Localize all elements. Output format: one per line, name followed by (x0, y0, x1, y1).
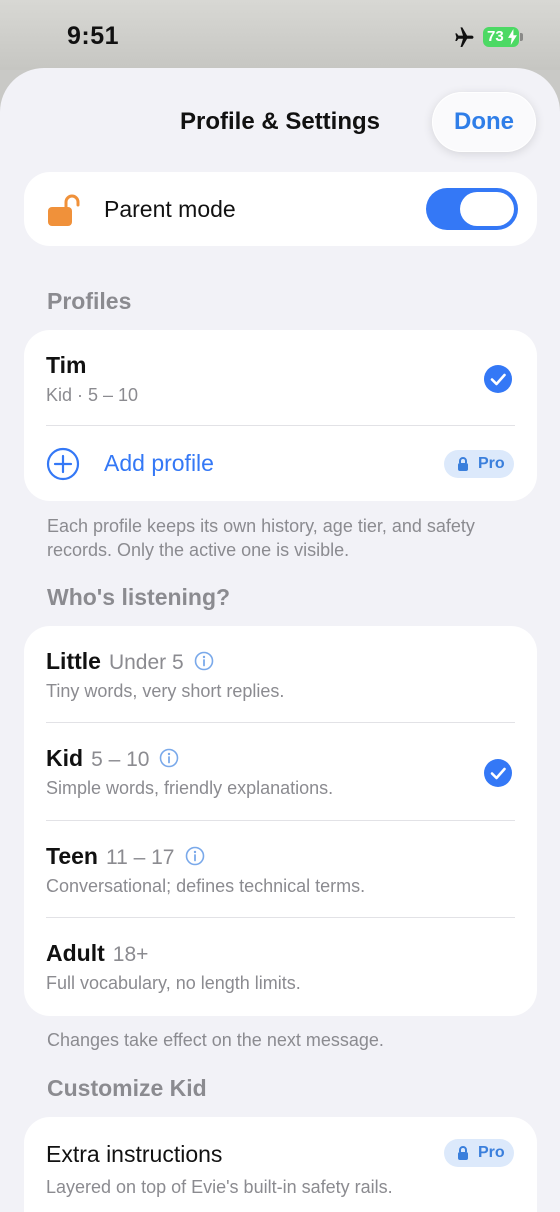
lock-icon (458, 457, 468, 471)
battery-cap (520, 33, 523, 41)
listening-card: Little Under 5 Tiny words, very short rep… (24, 626, 537, 1016)
tier-description: Tiny words, very short replies. (46, 681, 285, 701)
tier-age: Under 5 (108, 651, 184, 674)
battery-level: 73 (487, 28, 504, 45)
tier-name: Kid (46, 745, 84, 771)
tier-name: Little (46, 648, 101, 674)
parent-mode-toggle[interactable] (426, 188, 518, 230)
customize-card: Extra instructions Pro Layered on top of… (24, 1117, 537, 1212)
profiles-header: Profiles (47, 288, 132, 314)
tier-description: Conversational; defines technical terms. (46, 876, 366, 896)
toggle-knob (460, 192, 514, 226)
pro-badge-label: Pro (478, 455, 505, 472)
info-icon[interactable] (159, 748, 179, 768)
listening-header: Who's listening? (47, 584, 231, 610)
profile-detail: Kid · 5 – 10 (46, 385, 139, 405)
profiles-card: Tim Kid · 5 – 10 Add profile Pro (24, 330, 537, 501)
tier-name: Adult (46, 940, 105, 966)
selected-check-icon (484, 365, 512, 393)
extra-instructions-description: Layered on top of Evie's built-in safety… (46, 1177, 393, 1197)
tier-title: Kid 5 – 10 (46, 745, 179, 772)
info-icon[interactable] (185, 846, 205, 866)
pro-badge: Pro (444, 450, 514, 478)
tier-description: Simple words, friendly explanations. (46, 778, 334, 798)
info-icon[interactable] (194, 651, 214, 671)
pro-badge-label: Pro (478, 1144, 505, 1161)
listening-footnote: Changes take effect on the next message. (47, 1030, 384, 1050)
parent-mode-label: Parent mode (104, 196, 236, 222)
tier-description: Full vocabulary, no length limits. (46, 973, 301, 993)
parent-mode-card: Parent mode (24, 172, 537, 246)
tier-title: Adult 18+ (46, 940, 148, 967)
add-profile-label: Add profile (104, 450, 214, 476)
battery-charging-icon: 73 (483, 27, 519, 47)
tier-age: 5 – 10 (91, 748, 150, 771)
tier-row-adult[interactable]: Adult 18+ Full vocabulary, no length limi… (24, 918, 537, 1016)
extra-instructions-title: Extra instructions (46, 1141, 223, 1167)
tier-title: Little Under 5 (46, 648, 214, 675)
selected-check-icon (484, 759, 512, 787)
add-profile-button[interactable]: Add profile Pro (24, 426, 537, 501)
tier-age: 18+ (112, 943, 149, 966)
tier-age: 11 – 17 (105, 846, 175, 869)
done-button[interactable]: Done (432, 92, 536, 152)
profile-name: Tim (46, 352, 87, 378)
plus-circle-icon (46, 447, 80, 481)
lock-icon (458, 1146, 468, 1160)
tier-row-kid[interactable]: Kid 5 – 10 Simple words, friendly explana… (24, 723, 537, 820)
pro-badge: Pro (444, 1139, 514, 1167)
settings-sheet: Profile & Settings Done Parent mode Prof… (0, 68, 560, 1212)
unlocked-padlock-icon (48, 194, 80, 226)
charging-bolt-icon (508, 29, 517, 45)
status-bar: 9:51 73 (0, 0, 560, 70)
extra-instructions-row[interactable]: Extra instructions Pro Layered on top of… (24, 1117, 537, 1212)
customize-header: Customize Kid (47, 1075, 207, 1101)
profile-row-tim[interactable]: Tim Kid · 5 – 10 (24, 330, 537, 425)
airplane-icon (455, 27, 474, 47)
status-time: 9:51 (67, 22, 120, 50)
tier-name: Teen (46, 843, 98, 869)
tier-row-teen[interactable]: Teen 11 – 17 Conversational; defines tech… (24, 821, 537, 918)
tier-row-little[interactable]: Little Under 5 Tiny words, very short rep… (24, 626, 537, 723)
tier-title: Teen 11 – 17 (46, 843, 205, 870)
profiles-footnote: Each profile keeps its own history, age … (47, 516, 475, 560)
